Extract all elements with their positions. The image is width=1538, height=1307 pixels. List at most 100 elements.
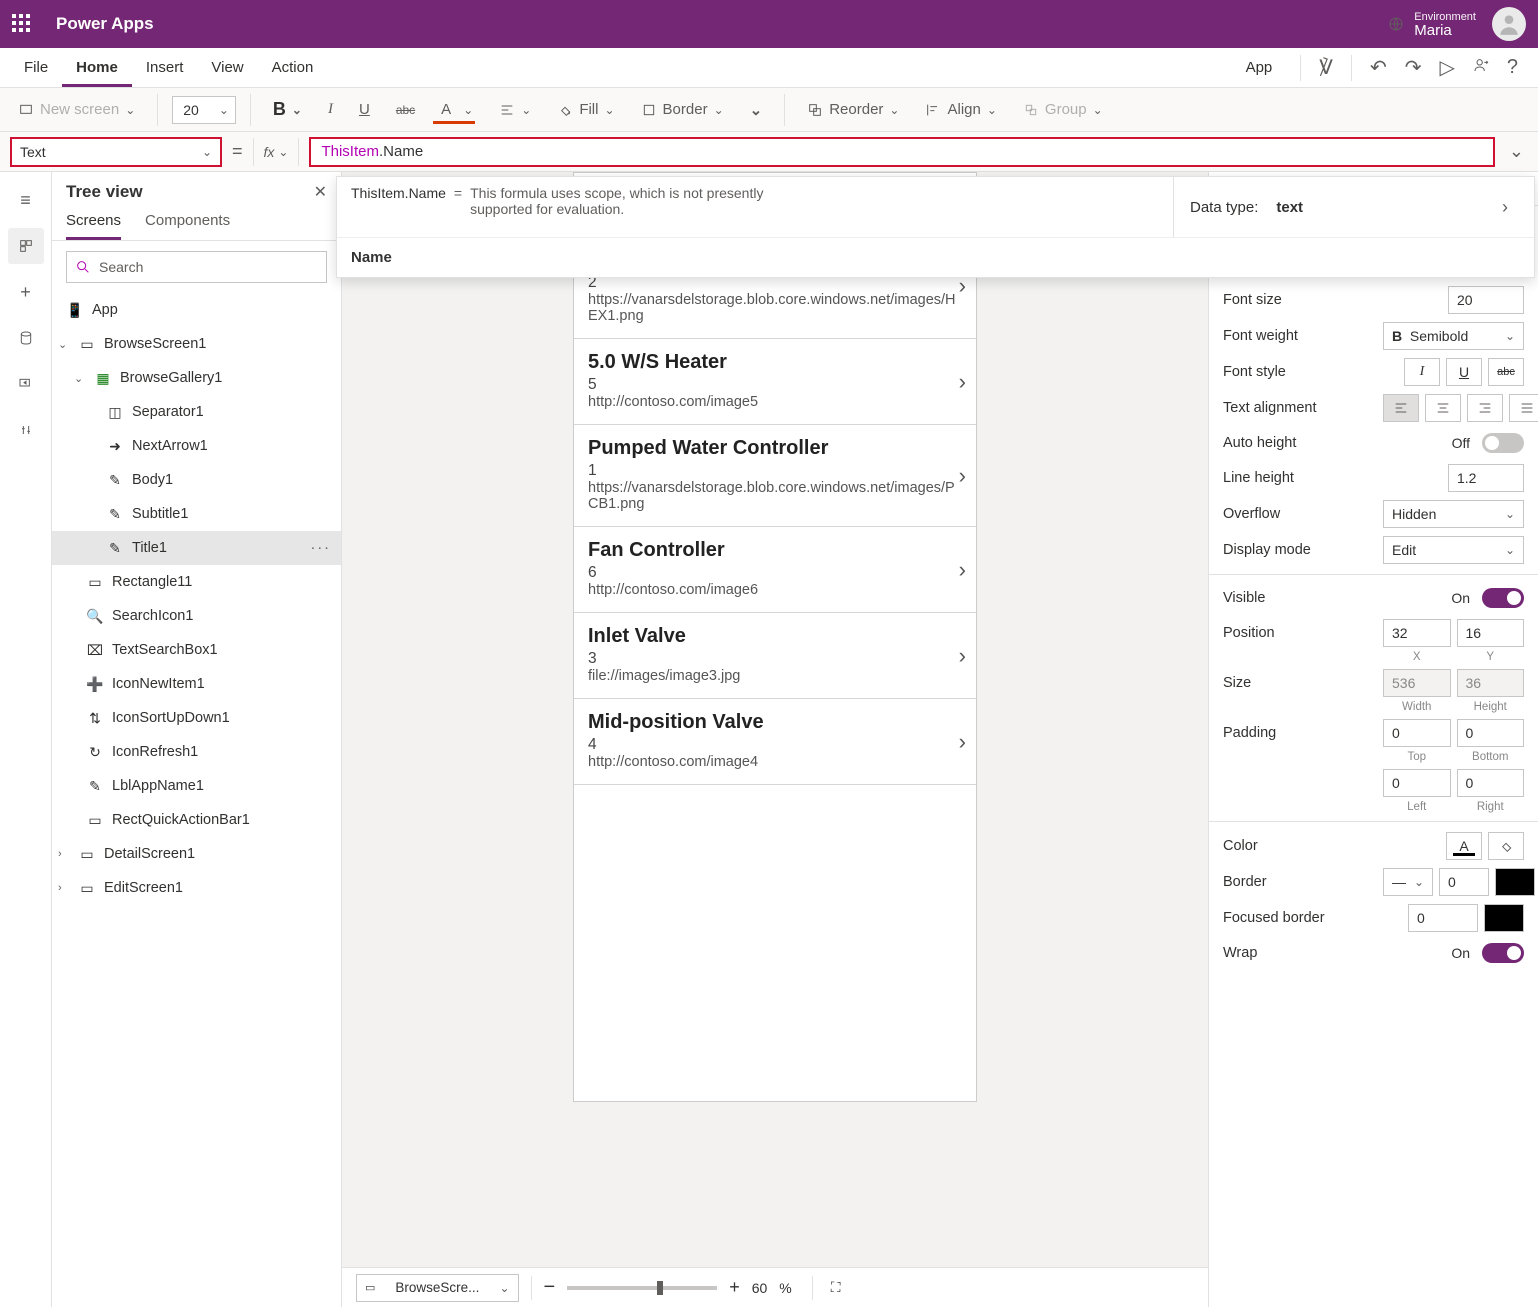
zoom-slider[interactable]: [567, 1286, 717, 1290]
chevron-right-icon[interactable]: ›: [959, 643, 966, 669]
environment-picker[interactable]: Environment Maria: [1388, 8, 1476, 40]
gallery-item[interactable]: Inlet Valve3file://images/image3.jpg›: [574, 613, 976, 699]
chevron-right-icon[interactable]: ›: [959, 369, 966, 395]
group-button[interactable]: Group ⌄: [1015, 97, 1111, 122]
fill-button[interactable]: Fill ⌄: [549, 97, 622, 122]
font-color-swatch[interactable]: A: [1446, 832, 1482, 860]
redo-icon[interactable]: ↷: [1405, 55, 1422, 80]
more-button[interactable]: ⌄: [742, 97, 771, 123]
strikethrough-button[interactable]: abc: [388, 99, 423, 121]
rail-media-icon[interactable]: [8, 366, 44, 402]
strike-toggle[interactable]: abc: [1488, 358, 1524, 386]
undo-icon[interactable]: ↶: [1370, 55, 1387, 80]
property-selector[interactable]: Text ⌄: [10, 137, 222, 167]
focusborder-swatch[interactable]: [1484, 904, 1524, 932]
align-button[interactable]: ⌄: [491, 98, 539, 122]
prop-overflow-select[interactable]: Hidden⌄: [1383, 500, 1524, 528]
more-icon[interactable]: ···: [311, 540, 332, 556]
menu-app[interactable]: App: [1236, 59, 1283, 76]
align-center-button[interactable]: [1425, 394, 1461, 422]
border-button[interactable]: Border ⌄: [633, 97, 732, 122]
chevron-right-icon[interactable]: ›: [959, 729, 966, 755]
app-checker-icon[interactable]: ℣: [1319, 55, 1333, 80]
reorder-button[interactable]: Reorder ⌄: [799, 97, 907, 122]
tree-node-iconrefresh[interactable]: ↻IconRefresh1: [52, 735, 341, 769]
tree-node-iconsort[interactable]: ⇅IconSortUpDown1: [52, 701, 341, 735]
menu-view[interactable]: View: [197, 48, 257, 87]
prop-lineheight-input[interactable]: 1.2: [1448, 464, 1524, 492]
rail-data-icon[interactable]: [8, 320, 44, 356]
pos-y-input[interactable]: 16: [1457, 619, 1525, 647]
menu-action[interactable]: Action: [258, 48, 328, 87]
chevron-right-icon[interactable]: ›: [1502, 197, 1518, 218]
pad-bottom-input[interactable]: 0: [1457, 719, 1525, 747]
prop-fontweight-select[interactable]: B Semibold⌄: [1383, 322, 1524, 350]
align-left-button[interactable]: [1383, 394, 1419, 422]
gallery-item[interactable]: Mid-position Valve4http://contoso.com/im…: [574, 699, 976, 785]
font-color-button[interactable]: A ⌄: [433, 97, 481, 122]
tree-node-iconnewitem[interactable]: ➕IconNewItem1: [52, 667, 341, 701]
tree-node-body[interactable]: ✎Body1: [52, 463, 341, 497]
tree-node-textsearchbox[interactable]: ⌧TextSearchBox1: [52, 633, 341, 667]
italic-button[interactable]: I: [320, 97, 341, 122]
menu-insert[interactable]: Insert: [132, 48, 198, 87]
tree-node-separator[interactable]: ◫Separator1: [52, 395, 341, 429]
share-icon[interactable]: [1473, 56, 1489, 79]
tree-node-subtitle[interactable]: ✎Subtitle1: [52, 497, 341, 531]
pos-x-input[interactable]: 32: [1383, 619, 1451, 647]
intellisense-item[interactable]: Name: [337, 237, 1534, 277]
tab-screens[interactable]: Screens: [66, 212, 121, 240]
tree-node-title[interactable]: ✎Title1···: [52, 531, 341, 565]
wrap-toggle[interactable]: [1482, 943, 1524, 963]
align-objects-button[interactable]: Align ⌄: [917, 97, 1004, 122]
expand-formula-icon[interactable]: ⌄: [1509, 141, 1524, 162]
tree-node-detailscreen[interactable]: ›▭DetailScreen1: [52, 837, 341, 871]
menu-home[interactable]: Home: [62, 48, 132, 87]
chevron-right-icon[interactable]: ›: [959, 557, 966, 583]
fit-screen-icon[interactable]: ⛶: [831, 1279, 841, 1296]
tree-node-nextarrow[interactable]: ➜NextArrow1: [52, 429, 341, 463]
rail-hamburger-icon[interactable]: ≡: [8, 182, 44, 218]
tree-node-rectangle[interactable]: ▭Rectangle11: [52, 565, 341, 599]
autoheight-toggle[interactable]: [1482, 433, 1524, 453]
underline-toggle[interactable]: U: [1446, 358, 1482, 386]
gallery-item[interactable]: 5.0 W/S Heater5http://contoso.com/image5…: [574, 339, 976, 425]
zoom-in-icon[interactable]: +: [729, 1277, 740, 1298]
tree-node-rectquickaction[interactable]: ▭RectQuickActionBar1: [52, 803, 341, 837]
rail-insert-icon[interactable]: +: [8, 274, 44, 310]
help-icon[interactable]: ?: [1507, 56, 1518, 79]
prop-fontsize-input[interactable]: 20: [1448, 286, 1524, 314]
font-size-select[interactable]: 20 ⌄: [172, 96, 236, 124]
fill-color-swatch[interactable]: [1488, 832, 1524, 860]
pad-left-input[interactable]: 0: [1383, 769, 1451, 797]
italic-toggle[interactable]: I: [1404, 358, 1440, 386]
gallery-item[interactable]: Fan Controller6http://contoso.com/image6…: [574, 527, 976, 613]
rail-tree-icon[interactable]: [8, 228, 44, 264]
tree-search-input[interactable]: Search: [66, 251, 327, 283]
tree-node-lblappname[interactable]: ✎LblAppName1: [52, 769, 341, 803]
tree-node-app[interactable]: 📱App: [52, 293, 341, 327]
align-right-button[interactable]: [1467, 394, 1503, 422]
new-screen-button[interactable]: New screen ⌄: [10, 97, 143, 122]
size-w-input[interactable]: 536: [1383, 669, 1451, 697]
chevron-right-icon[interactable]: ›: [959, 463, 966, 489]
tab-components[interactable]: Components: [145, 212, 230, 240]
pad-right-input[interactable]: 0: [1457, 769, 1525, 797]
underline-button[interactable]: U: [351, 97, 378, 122]
fx-button[interactable]: fx ⌄: [264, 144, 289, 160]
bold-button[interactable]: B ⌄: [265, 95, 310, 124]
visible-toggle[interactable]: [1482, 588, 1524, 608]
border-color-swatch[interactable]: [1495, 868, 1535, 896]
pad-top-input[interactable]: 0: [1383, 719, 1451, 747]
formula-input[interactable]: ThisItem.Name: [309, 137, 1494, 167]
close-panel-icon[interactable]: ✕: [314, 182, 327, 202]
tree-node-browsegallery[interactable]: ⌄▦BrowseGallery1: [52, 361, 341, 395]
menu-file[interactable]: File: [10, 48, 62, 87]
screen-select[interactable]: ▭ BrowseScre... ⌄: [356, 1274, 519, 1302]
waffle-icon[interactable]: [12, 14, 32, 34]
rail-settings-icon[interactable]: [8, 412, 44, 448]
border-width-input[interactable]: 0: [1439, 868, 1489, 896]
play-icon[interactable]: ▷: [1439, 55, 1454, 80]
tree-node-browsescreen[interactable]: ⌄▭BrowseScreen1: [52, 327, 341, 361]
prop-displaymode-select[interactable]: Edit⌄: [1383, 536, 1524, 564]
